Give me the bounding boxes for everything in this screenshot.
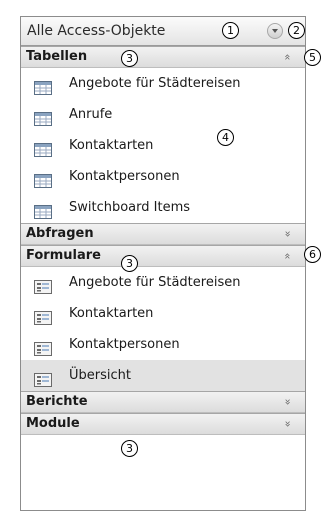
list-item-label: Kontaktpersonen [69,169,180,184]
group-header-abfragen[interactable]: Abfragen » [21,223,305,245]
chevron-down-icon[interactable]: » [278,399,298,406]
callout-5: 5 [304,49,321,66]
callout-3-tabellen: 3 [121,50,138,67]
list-item[interactable]: Kontaktpersonen [21,161,305,192]
list-item-label: Anrufe [69,107,113,122]
group-list: Tabellen » Angebote für Städtereisen Anrufe… [21,46,305,435]
chevron-down-icon[interactable]: » [278,231,298,238]
group-label: Tabellen [26,49,88,64]
group-label: Abfragen [26,226,94,241]
callout-4: 4 [217,129,234,146]
list-item[interactable]: Switchboard Items [21,192,305,223]
list-item-label: Kontaktpersonen [69,337,180,352]
list-item[interactable]: Angebote für Städtereisen [21,68,305,99]
chevron-up-icon[interactable]: » [278,54,298,61]
callout-3-berichte: 3 [121,440,138,457]
list-item[interactable]: Anrufe [21,99,305,130]
list-item[interactable]: Kontaktarten [21,130,305,161]
list-item-label: Angebote für Städtereisen [69,76,241,91]
navigation-pane-header[interactable]: Alle Access-Objekte [21,17,305,46]
callout-1: 1 [222,22,239,39]
group-label: Formulare [26,248,101,263]
list-item[interactable]: Übersicht [21,360,305,391]
group-label: Berichte [26,394,88,409]
list-item[interactable]: Kontaktarten [21,298,305,329]
list-item-label: Kontaktarten [69,138,154,153]
chevron-down-icon[interactable] [267,23,283,39]
list-item-label: Switchboard Items [69,200,191,215]
list-item-label: Angebote für Städtereisen [69,275,241,290]
group-header-module[interactable]: Module » [21,413,305,435]
group-header-berichte[interactable]: Berichte » [21,391,305,413]
chevron-up-icon[interactable]: » [278,253,298,260]
callout-6: 6 [304,246,321,263]
navigation-pane: Alle Access-Objekte Tabellen » Angebote fü… [20,16,306,511]
group-header-tabellen[interactable]: Tabellen » [21,46,305,68]
callout-2: 2 [288,22,305,39]
group-label: Module [26,416,80,431]
list-item[interactable]: Kontaktpersonen [21,329,305,360]
list-item-label: Kontaktarten [69,306,154,321]
callout-3-abfragen: 3 [121,255,138,272]
list-item-label: Übersicht [69,368,131,383]
group-header-formulare[interactable]: Formulare » [21,245,305,267]
list-item[interactable]: Angebote für Städtereisen [21,267,305,298]
chevron-down-icon[interactable]: » [278,421,298,428]
pane-title: Alle Access-Objekte [27,23,166,39]
